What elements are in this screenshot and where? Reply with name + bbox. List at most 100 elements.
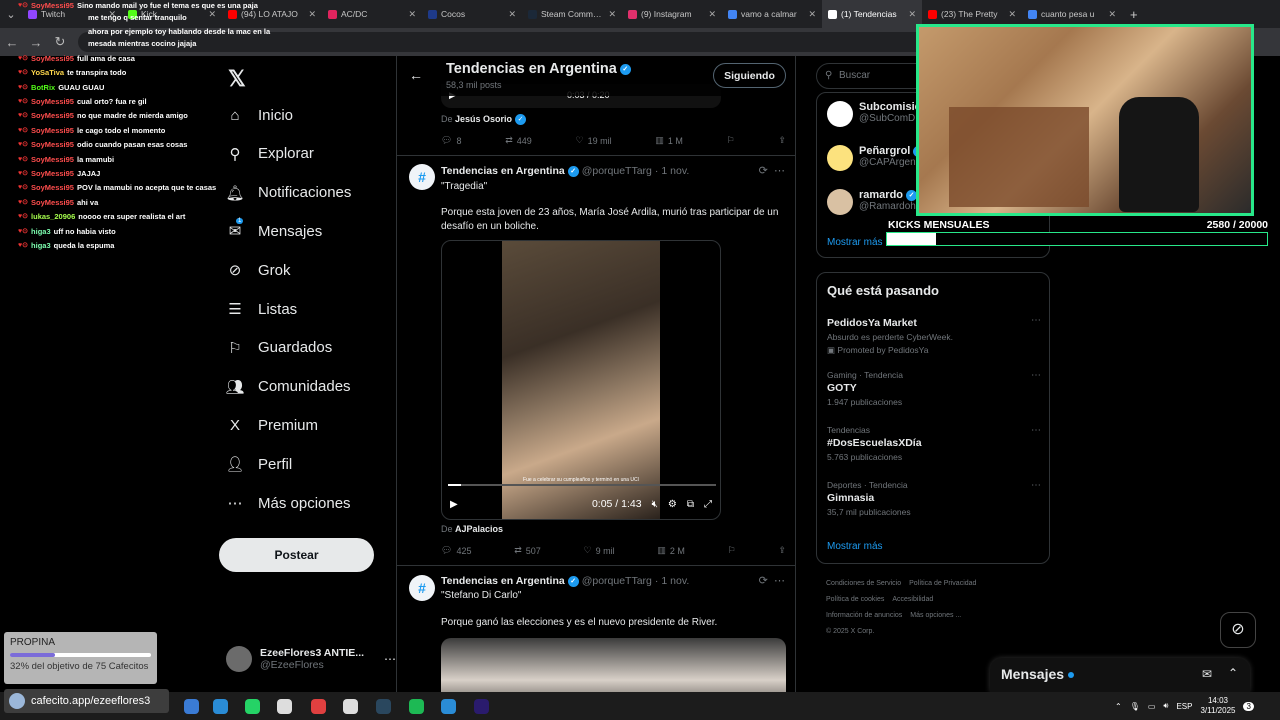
chat-username[interactable]: SoyMessi95	[31, 155, 74, 164]
source-name[interactable]: AJPalacios	[455, 524, 503, 534]
post-button[interactable]: Postear	[219, 538, 374, 572]
messages-dock[interactable]: Mensajes ✉ ⌃	[990, 658, 1250, 692]
more-icon[interactable]: ⋯	[774, 165, 785, 177]
network-icon[interactable]: ▭	[1148, 702, 1156, 711]
account-switcher[interactable]: EzeeFlores3 ANTIE... @EzeeFlores ⋯	[226, 646, 396, 672]
close-icon[interactable]: ✕	[1008, 9, 1016, 20]
views-button[interactable]: ▥ 1 M	[655, 135, 683, 146]
chat-username[interactable]: SoyMessi95	[31, 198, 74, 207]
start-icon[interactable]	[184, 699, 199, 714]
footer-link[interactable]: Accesibilidad	[892, 596, 933, 603]
more-icon[interactable]: ⋯	[774, 575, 785, 587]
capcut-icon[interactable]	[343, 699, 358, 714]
avatar[interactable]: #	[409, 164, 435, 190]
tweet-menu[interactable]: ⟳ ⋯	[759, 574, 785, 587]
close-icon[interactable]: ✕	[608, 9, 616, 20]
share-button[interactable]: ⇪	[778, 135, 786, 146]
notification-badge[interactable]: 3	[1243, 701, 1254, 711]
browser-tab[interactable]: vamo a calmar ✕	[722, 0, 822, 28]
more-icon[interactable]: ⋯	[1031, 315, 1041, 326]
footer-link[interactable]: Política de Privacidad	[909, 580, 976, 587]
tweet-author[interactable]: Tendencias en Argentina ✓ @porqueTTarg · 1 n…	[441, 165, 689, 177]
close-icon[interactable]: ✕	[708, 9, 716, 20]
more-icon[interactable]: ⋯	[384, 652, 396, 666]
like-button[interactable]: ♡ 9 mil	[584, 545, 615, 556]
show-more-trends[interactable]: Mostrar más	[827, 541, 883, 552]
chat-username[interactable]: SoyMessi95	[31, 97, 74, 106]
chat-username[interactable]: SoyMessi95	[31, 1, 74, 10]
footer-link[interactable]: Información de anuncios	[826, 612, 902, 619]
footer-link[interactable]: Más opciones ...	[910, 612, 961, 619]
language-indicator[interactable]: ESP	[1176, 702, 1192, 711]
retweet-button[interactable]: ⇄ 507	[514, 545, 541, 556]
chat-username[interactable]: higa3	[31, 227, 51, 236]
browser-tab[interactable]: (9) Instagram ✕	[622, 0, 722, 28]
volume-icon[interactable]: 🔊︎	[1163, 701, 1168, 711]
chat-username[interactable]: BotRix	[31, 83, 55, 92]
expand-icon[interactable]: ⌃	[1228, 666, 1238, 680]
tweet-card[interactable]: # Tendencias en Argentina ✓ @porqueTTarg · 1…	[397, 156, 795, 566]
chat-username[interactable]: SoyMessi95	[31, 111, 74, 120]
close-icon[interactable]: ✕	[908, 9, 916, 20]
tweet-card[interactable]: # Tendencias en Argentina ✓ @porqueTTarg · 1…	[397, 566, 795, 692]
close-icon[interactable]: ✕	[1108, 9, 1116, 20]
browser-icon[interactable]	[441, 699, 456, 714]
close-icon[interactable]: ✕	[508, 9, 516, 20]
browser-tab[interactable]: (1) Tendencias ✕	[822, 0, 922, 28]
nav-item-comunidades[interactable]: 👥︎ Comunidades	[225, 378, 350, 396]
reply-button[interactable]: 💬︎ 425	[441, 545, 471, 556]
avatar[interactable]: #	[409, 575, 435, 601]
footer-link[interactable]: Condiciones de Servicio	[826, 580, 901, 587]
browser-tab[interactable]: Cocos ✕	[422, 0, 522, 28]
chat-username[interactable]: YoSaTiva	[31, 68, 64, 77]
more-icon[interactable]: ⋯	[1031, 425, 1041, 436]
views-button[interactable]: ▥ 2 M	[657, 545, 685, 556]
chat-username[interactable]: lukas_20906	[31, 212, 75, 221]
more-icon[interactable]: ⋯	[1031, 480, 1041, 491]
tweet-image[interactable]	[441, 638, 786, 692]
close-icon[interactable]: ✕	[308, 9, 316, 20]
suggested-account[interactable]: ramardo ✓ @Ramardoh	[827, 189, 918, 215]
nav-item-guardados[interactable]: ⚐ Guardados	[226, 339, 332, 357]
source-name[interactable]: Jesús Osorio	[455, 114, 512, 124]
shield-icon[interactable]	[277, 699, 292, 714]
nav-item-grok[interactable]: ⊘ Grok	[226, 261, 291, 280]
mute-icon[interactable]: 🔇︎	[652, 499, 658, 510]
close-icon[interactable]: ✕	[408, 9, 416, 20]
steam-icon[interactable]	[376, 699, 391, 714]
chat-username[interactable]: SoyMessi95	[31, 140, 74, 149]
clock[interactable]: 14:03 3/11/2025	[1200, 696, 1235, 716]
fullscreen-icon[interactable]: ⤢	[704, 499, 712, 510]
trend-item[interactable]: Gaming · Tendencia GOTY 1.947 publicacione…	[827, 370, 1041, 407]
close-icon[interactable]: ✕	[808, 9, 816, 20]
settings-icon[interactable]: ⚙	[668, 499, 677, 510]
whatsapp-icon[interactable]	[245, 699, 260, 714]
premiere-icon[interactable]	[474, 699, 489, 714]
nav-item-listas[interactable]: ☰ Listas	[226, 300, 297, 319]
pip-icon[interactable]: ⧉	[687, 499, 694, 510]
tweet-author[interactable]: Tendencias en Argentina ✓ @porqueTTarg · 1 n…	[441, 575, 689, 587]
back-arrow-icon[interactable]: ←	[409, 67, 423, 83]
following-button[interactable]: Siguiendo	[713, 63, 786, 88]
video-player[interactable]: Fue a celebrar su cumpleaños y terminó e…	[441, 240, 721, 520]
chat-username[interactable]: higa3	[31, 241, 51, 250]
nav-item-premium[interactable]: X Premium	[226, 416, 318, 434]
video-progress-bar[interactable]	[448, 484, 716, 486]
trend-item[interactable]: Tendencias #DosEscuelasXDía 5.763 publicac…	[827, 425, 1041, 462]
chat-username[interactable]: SoyMessi95	[31, 169, 74, 178]
chat-username[interactable]: SoyMessi95	[31, 54, 74, 63]
app-icon[interactable]	[311, 699, 326, 714]
footer-link[interactable]: Política de cookies	[826, 596, 884, 603]
bookmark-button[interactable]: ⚐	[728, 545, 736, 556]
chat-username[interactable]: SoyMessi95	[31, 183, 74, 192]
bookmark-button[interactable]: ⚐	[727, 135, 735, 146]
grok-float-icon[interactable]: ⊘	[1220, 612, 1256, 648]
trend-item[interactable]: PedidosYa Market Absurdo es perderte Cybe…	[827, 315, 1041, 356]
grok-icon[interactable]: ⟳	[759, 575, 768, 587]
chevron-up-icon[interactable]: ⌃	[1115, 702, 1122, 711]
more-icon[interactable]: ⋯	[1031, 370, 1041, 381]
grok-icon[interactable]: ⟳	[759, 165, 768, 177]
nav-item-perfil[interactable]: 👤︎ Perfil	[225, 455, 292, 474]
mic-icon[interactable]: 🎙︎	[1130, 702, 1140, 711]
footer-link[interactable]: © 2025 X Corp.	[826, 628, 874, 635]
